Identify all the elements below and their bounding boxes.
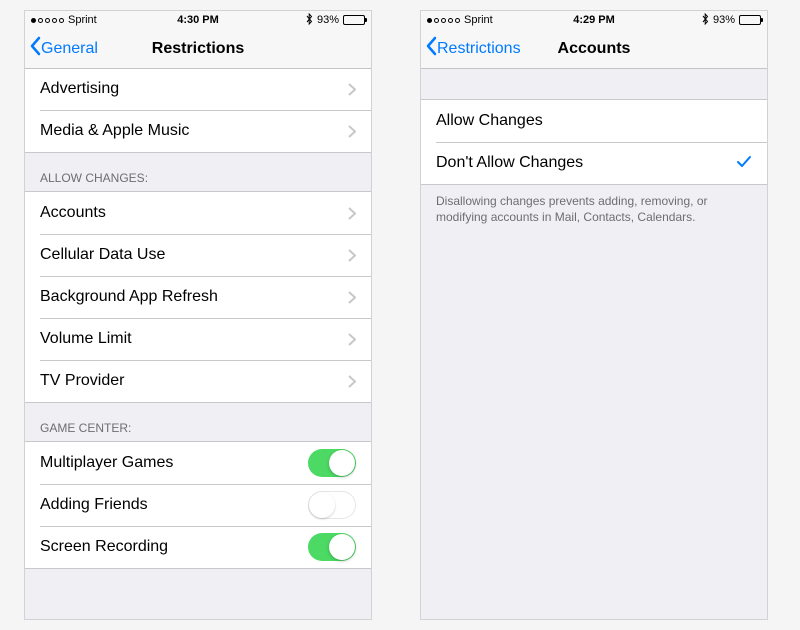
chevron-right-icon bbox=[348, 375, 356, 388]
back-label: General bbox=[41, 40, 98, 58]
row-adding-friends: Adding Friends bbox=[25, 484, 371, 526]
chevron-left-icon bbox=[425, 36, 437, 61]
row-background-app-refresh[interactable]: Background App Refresh bbox=[25, 276, 371, 318]
nav-bar: Restrictions Accounts bbox=[421, 29, 767, 69]
battery-icon bbox=[343, 15, 365, 25]
row-label: Screen Recording bbox=[40, 538, 168, 556]
row-label: Multiplayer Games bbox=[40, 454, 173, 472]
group-account-options: Allow Changes Don't Allow Changes bbox=[421, 99, 767, 185]
bluetooth-icon bbox=[702, 13, 709, 28]
row-media-apple-music[interactable]: Media & Apple Music bbox=[25, 110, 371, 152]
chevron-right-icon bbox=[348, 333, 356, 346]
phone-right: Sprint 4:29 PM 93% Restrictions Accounts… bbox=[420, 10, 768, 620]
chevron-right-icon bbox=[348, 207, 356, 220]
nav-bar: General Restrictions bbox=[25, 29, 371, 69]
row-label: Background App Refresh bbox=[40, 288, 218, 306]
row-label: Allow Changes bbox=[436, 112, 543, 130]
back-label: Restrictions bbox=[437, 40, 521, 58]
row-accounts[interactable]: Accounts bbox=[25, 192, 371, 234]
settings-content[interactable]: Advertising Media & Apple Music ALLOW CH… bbox=[25, 69, 371, 619]
group-privacy: Advertising Media & Apple Music bbox=[25, 69, 371, 153]
row-label: Media & Apple Music bbox=[40, 122, 189, 140]
row-label: Volume Limit bbox=[40, 330, 132, 348]
signal-dots-icon bbox=[31, 18, 64, 23]
battery-icon bbox=[739, 15, 761, 25]
carrier-label: Sprint bbox=[464, 14, 493, 26]
row-volume-limit[interactable]: Volume Limit bbox=[25, 318, 371, 360]
carrier-label: Sprint bbox=[68, 14, 97, 26]
row-label: Accounts bbox=[40, 204, 106, 222]
row-label: Adding Friends bbox=[40, 496, 148, 514]
bluetooth-icon bbox=[306, 13, 313, 28]
status-bar: Sprint 4:30 PM 93% bbox=[25, 11, 371, 29]
back-button[interactable]: Restrictions bbox=[421, 36, 521, 61]
signal-dots-icon bbox=[427, 18, 460, 23]
toggle-multiplayer-games[interactable] bbox=[308, 449, 356, 477]
settings-content[interactable]: Allow Changes Don't Allow Changes Disall… bbox=[421, 69, 767, 619]
toggle-adding-friends[interactable] bbox=[308, 491, 356, 519]
row-multiplayer-games: Multiplayer Games bbox=[25, 442, 371, 484]
row-label: Don't Allow Changes bbox=[436, 154, 583, 172]
section-header-game-center: GAME CENTER: bbox=[25, 403, 371, 441]
check-icon bbox=[736, 153, 752, 174]
battery-pct-label: 93% bbox=[713, 14, 735, 26]
status-bar: Sprint 4:29 PM 93% bbox=[421, 11, 767, 29]
phone-left: Sprint 4:30 PM 93% General Restrictions … bbox=[24, 10, 372, 620]
row-allow-changes[interactable]: Allow Changes bbox=[421, 100, 767, 142]
chevron-right-icon bbox=[348, 291, 356, 304]
section-footer: Disallowing changes prevents adding, rem… bbox=[421, 185, 767, 233]
row-label: Cellular Data Use bbox=[40, 246, 165, 264]
row-label: TV Provider bbox=[40, 372, 124, 390]
section-header-allow-changes: ALLOW CHANGES: bbox=[25, 153, 371, 191]
toggle-screen-recording[interactable] bbox=[308, 533, 356, 561]
group-allow-changes: Accounts Cellular Data Use Background Ap… bbox=[25, 191, 371, 403]
back-button[interactable]: General bbox=[25, 36, 98, 61]
row-cellular-data-use[interactable]: Cellular Data Use bbox=[25, 234, 371, 276]
chevron-right-icon bbox=[348, 125, 356, 138]
chevron-right-icon bbox=[348, 83, 356, 96]
row-label: Advertising bbox=[40, 80, 119, 98]
row-dont-allow-changes[interactable]: Don't Allow Changes bbox=[421, 142, 767, 184]
row-advertising[interactable]: Advertising bbox=[25, 69, 371, 110]
group-game-center: Multiplayer Games Adding Friends Screen … bbox=[25, 441, 371, 569]
row-screen-recording: Screen Recording bbox=[25, 526, 371, 568]
row-tv-provider[interactable]: TV Provider bbox=[25, 360, 371, 402]
chevron-right-icon bbox=[348, 249, 356, 262]
battery-pct-label: 93% bbox=[317, 14, 339, 26]
chevron-left-icon bbox=[29, 36, 41, 61]
